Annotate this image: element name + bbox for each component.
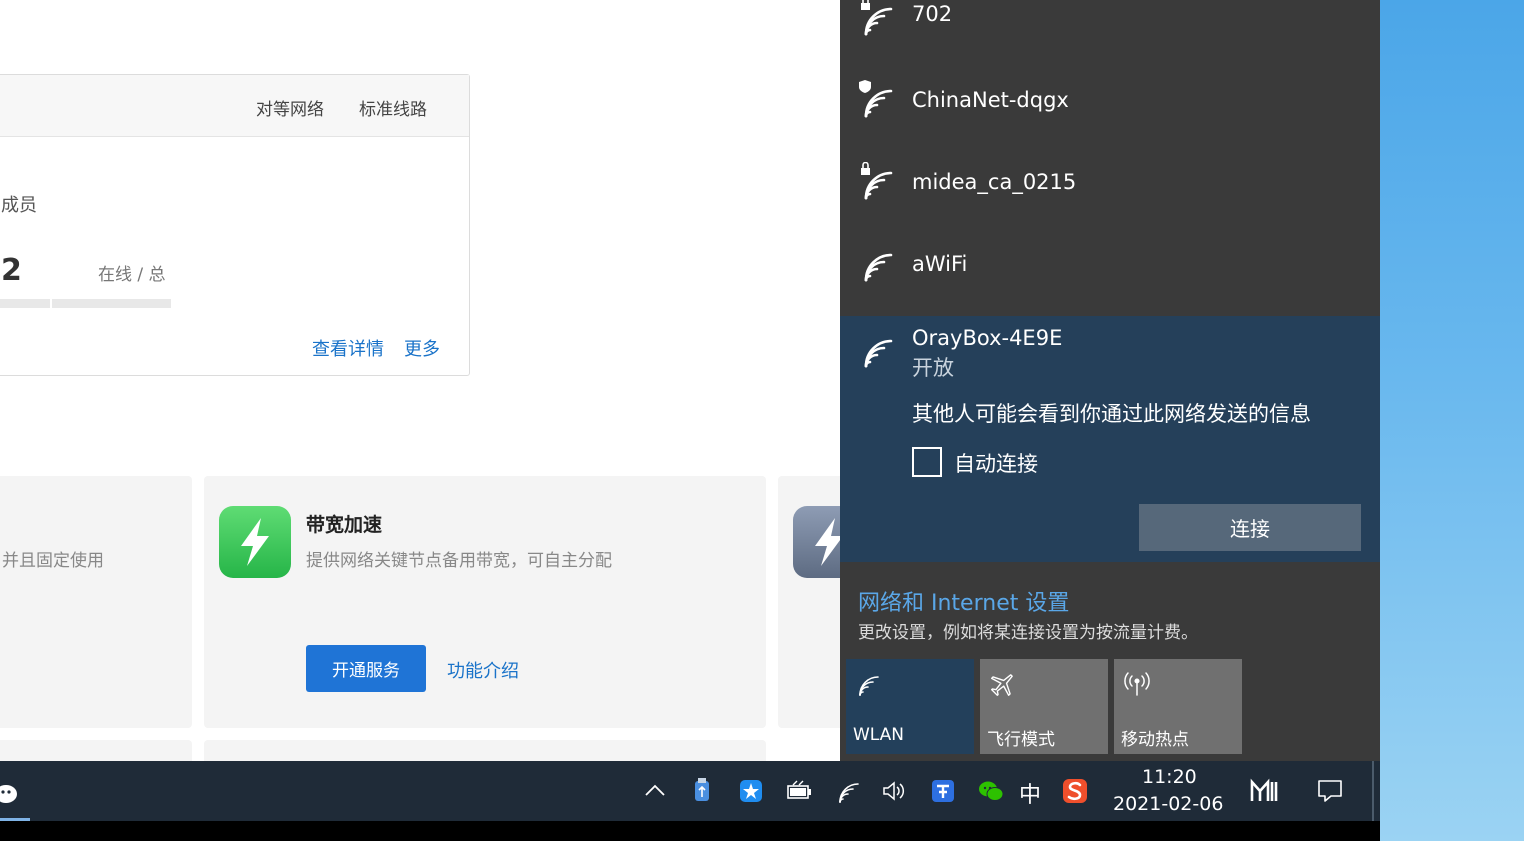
network-name: 702 bbox=[912, 2, 953, 26]
enable-service-button[interactable]: 开通服务 bbox=[306, 645, 426, 692]
sogou-ime-icon[interactable] bbox=[1061, 777, 1089, 805]
members-bar bbox=[52, 299, 171, 308]
more-link[interactable]: 更多 bbox=[404, 335, 440, 361]
network-flyout: 702 ChinaNet-dqgx midea_ca_0215 aWiFi Or… bbox=[840, 0, 1380, 761]
quick-action-airplane-mode[interactable]: 飞行模式 bbox=[980, 659, 1108, 754]
feature-tile bbox=[204, 740, 766, 761]
security-warning: 其他人可能会看到你通过此网络发送的信息 bbox=[912, 402, 1311, 426]
wifi-shield-icon bbox=[859, 80, 893, 118]
quick-action-mobile-hotspot[interactable]: 移动热点 bbox=[1114, 659, 1242, 754]
wifi-icon bbox=[864, 253, 893, 282]
network-settings-link[interactable]: 网络和 Internet 设置 bbox=[858, 585, 1069, 617]
tile-description: 提供网络关键节点备用带宽，可自主分配 bbox=[306, 551, 612, 571]
members-label: 成员 bbox=[1, 195, 37, 216]
network-card-header: 对等网络 标准线路 bbox=[0, 75, 469, 137]
network-name: midea_ca_0215 bbox=[912, 170, 1077, 194]
feature-intro-link[interactable]: 功能介绍 bbox=[447, 657, 519, 683]
auto-connect-label[interactable]: 自动连接 bbox=[954, 448, 1038, 478]
wechat-icon bbox=[0, 785, 17, 803]
usb-drive-icon[interactable] bbox=[688, 777, 716, 805]
airplane-icon bbox=[990, 674, 1013, 697]
network-status: 开放 bbox=[912, 356, 954, 380]
members-count: 2 bbox=[1, 253, 22, 288]
network-name: aWiFi bbox=[912, 252, 968, 276]
input-method-indicator[interactable]: 中 bbox=[1019, 777, 1041, 809]
screen-bottom-edge bbox=[0, 821, 1380, 841]
feature-tile-bandwidth: 带宽加速 提供网络关键节点备用带宽，可自主分配 开通服务 功能介绍 bbox=[204, 476, 766, 728]
tab-standard-line[interactable]: 标准线路 bbox=[359, 95, 427, 120]
taskbar: 中 11:20 2021-02-06 bbox=[0, 761, 1380, 821]
network-item[interactable]: midea_ca_0215 bbox=[840, 160, 1380, 242]
feature-tile bbox=[0, 740, 192, 761]
network-name: ChinaNet-dqgx bbox=[912, 88, 1069, 112]
network-item[interactable]: 702 bbox=[840, 0, 1380, 78]
notification-center-icon[interactable] bbox=[1316, 777, 1344, 805]
connect-button[interactable]: 连接 bbox=[1139, 504, 1361, 551]
tab-peer-network[interactable]: 对等网络 bbox=[256, 95, 324, 120]
view-details-link[interactable]: 查看详情 bbox=[312, 335, 384, 361]
network-settings-description: 更改设置，例如将某连接设置为按流量计费。 bbox=[858, 623, 1198, 643]
network-item[interactable]: ChinaNet-dqgx bbox=[840, 78, 1380, 160]
quick-action-label: WLAN bbox=[853, 725, 905, 745]
app-tray-icon[interactable] bbox=[929, 777, 957, 805]
wifi-secured-icon bbox=[861, 162, 893, 200]
lightning-icon bbox=[793, 506, 840, 578]
volume-icon[interactable] bbox=[880, 777, 908, 805]
battery-icon[interactable] bbox=[785, 777, 813, 805]
desktop-wallpaper bbox=[1380, 0, 1524, 841]
quick-action-wlan[interactable]: WLAN bbox=[846, 659, 974, 754]
clock-date[interactable]: 2021-02-06 bbox=[1113, 793, 1223, 815]
feature-tile: 并且固定使用 bbox=[0, 476, 192, 728]
wifi-icon[interactable] bbox=[835, 777, 863, 805]
network-name: OrayBox-4E9E bbox=[912, 326, 1063, 350]
network-item-selected[interactable]: OrayBox-4E9E 开放 其他人可能会看到你通过此网络发送的信息 自动连接… bbox=[840, 316, 1380, 562]
members-bar bbox=[0, 299, 50, 308]
feature-tile bbox=[778, 476, 840, 728]
star-app-icon[interactable] bbox=[737, 777, 765, 805]
network-item[interactable]: aWiFi bbox=[840, 242, 1380, 324]
clock-time[interactable]: 11:20 bbox=[1142, 766, 1197, 788]
taskbar-app-wechat[interactable] bbox=[0, 761, 30, 821]
quick-action-label: 移动热点 bbox=[1121, 730, 1189, 750]
hotspot-icon bbox=[1124, 672, 1150, 696]
quick-action-label: 飞行模式 bbox=[987, 730, 1055, 750]
chevron-up-icon[interactable] bbox=[641, 777, 669, 805]
tile-description: 并且固定使用 bbox=[2, 551, 104, 571]
tile-title: 带宽加速 bbox=[306, 514, 383, 536]
auto-connect-checkbox[interactable] bbox=[912, 447, 942, 477]
lightning-icon bbox=[219, 506, 291, 578]
online-total-label: 在线 / 总 bbox=[98, 265, 166, 285]
background-web-page: 对等网络 标准线路 成员 2 在线 / 总 查看详情 更多 并且固定使用 带宽加… bbox=[0, 0, 840, 761]
wifi-secured-icon bbox=[861, 0, 893, 36]
network-card: 对等网络 标准线路 成员 2 在线 / 总 查看详情 更多 bbox=[0, 74, 470, 376]
wifi-icon bbox=[864, 339, 893, 368]
app-logo-icon[interactable] bbox=[1249, 777, 1281, 805]
wifi-icon bbox=[859, 676, 879, 696]
show-desktop-button[interactable] bbox=[1372, 761, 1374, 821]
wechat-icon[interactable] bbox=[977, 777, 1005, 805]
